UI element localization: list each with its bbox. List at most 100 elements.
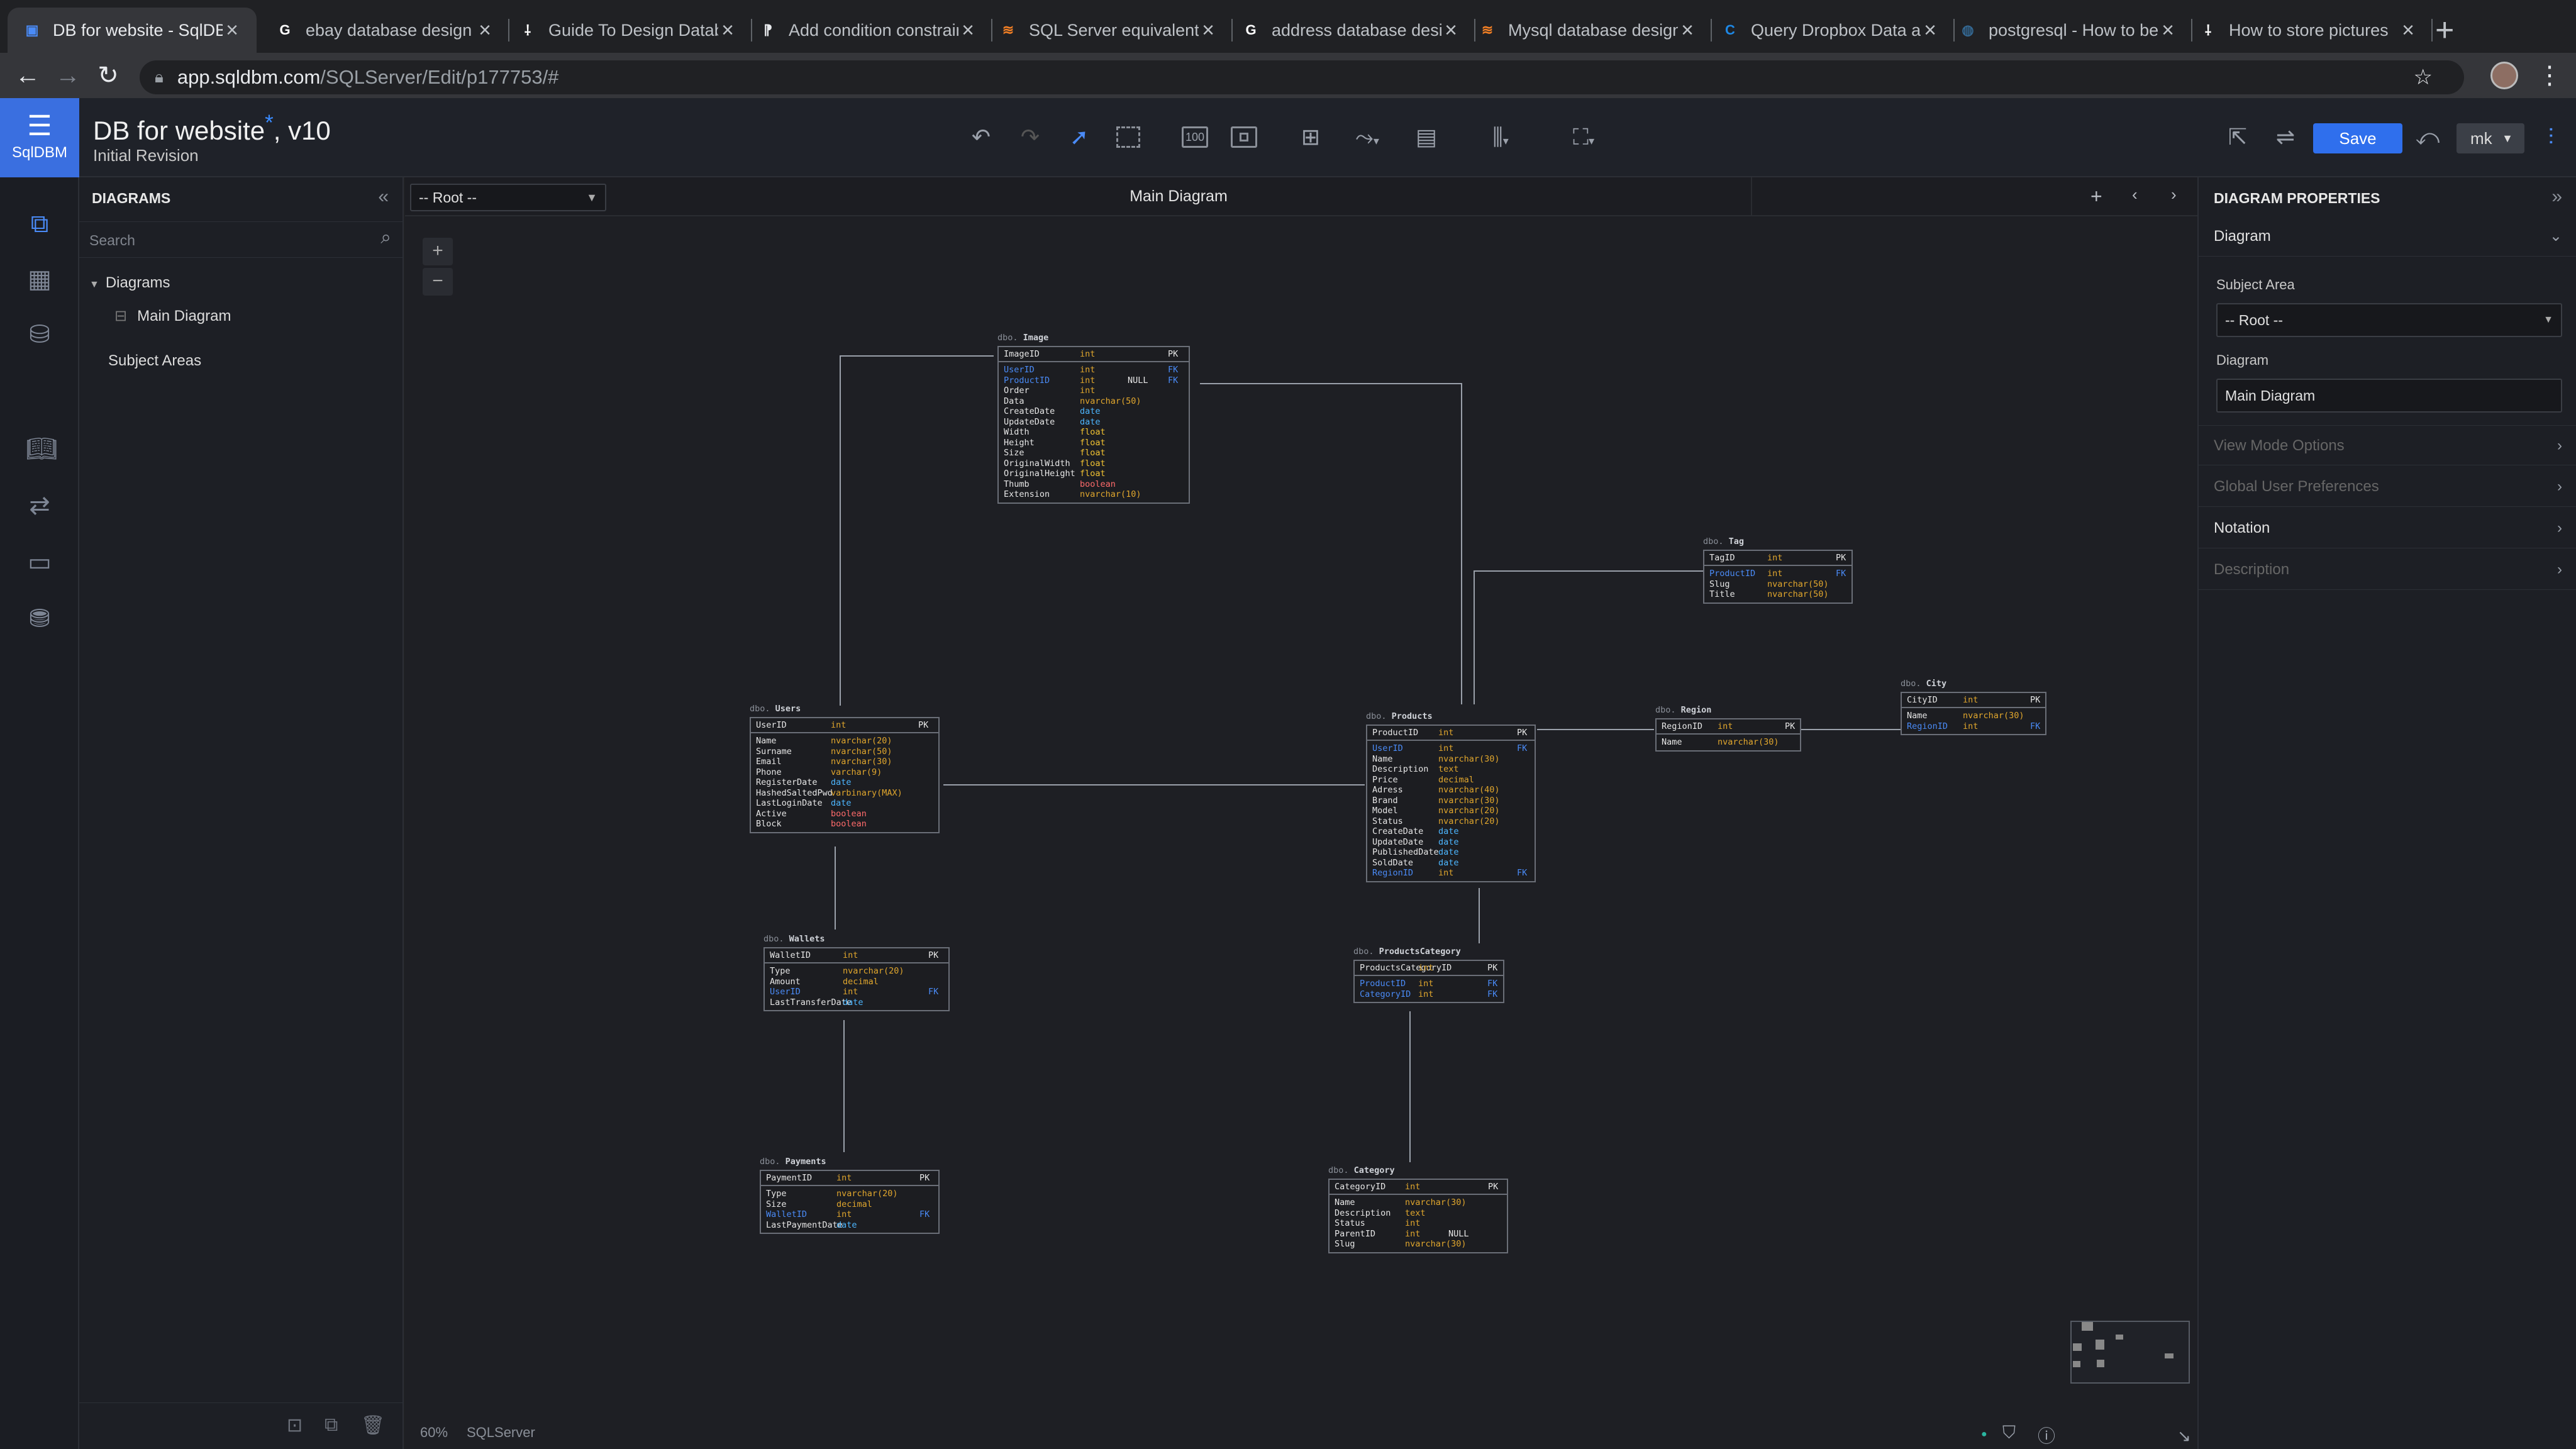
forward-icon[interactable]: → (53, 60, 83, 91)
column-row[interactable]: UpdateDate date (1367, 837, 1535, 848)
column-row[interactable]: OriginalHeight float (999, 469, 1189, 479)
browser-tab[interactable]: Gaddress database design× (1226, 8, 1475, 53)
column-row[interactable]: RegisterDate date (751, 777, 938, 788)
column-row[interactable]: Block boolean (751, 819, 938, 830)
docs-icon[interactable]: 📖︎ (26, 435, 58, 463)
primary-key-row[interactable]: RegionID int PK (1657, 719, 1800, 735)
column-row[interactable]: ProductID int FK (1704, 569, 1852, 579)
close-tab-icon[interactable]: × (1678, 18, 1697, 43)
primary-key-row[interactable]: PaymentID int PK (761, 1171, 938, 1186)
diagram-icon[interactable]: ⧉ (26, 210, 53, 238)
column-row[interactable]: Status nvarchar(20) (1367, 816, 1535, 827)
column-row[interactable]: OriginalWidth float (999, 458, 1189, 469)
close-tab-icon[interactable]: × (1441, 18, 1460, 43)
primary-key-row[interactable]: CategoryID int PK (1330, 1180, 1507, 1195)
rel-products-tag[interactable] (1474, 570, 1703, 704)
column-row[interactable]: Adress nvarchar(40) (1367, 785, 1535, 796)
column-row[interactable]: Thumb boolean (999, 479, 1189, 490)
column-row[interactable]: Type nvarchar(20) (761, 1189, 938, 1199)
profile-avatar[interactable] (2490, 62, 2518, 89)
primary-key-row[interactable]: UserID int PK (751, 718, 938, 733)
reload-icon[interactable]: ↻ (93, 60, 123, 91)
column-row[interactable]: Title nvarchar(50) (1704, 589, 1852, 600)
column-row[interactable]: Email nvarchar(30) (751, 757, 938, 767)
column-row[interactable]: Width float (999, 427, 1189, 438)
column-row[interactable]: Slug nvarchar(30) (1330, 1239, 1507, 1250)
column-row[interactable]: LastLoginDate date (751, 798, 938, 809)
browser-tab[interactable]: ▣ DB for website - SqlDBM × (8, 8, 257, 53)
resize-corner-icon[interactable]: ↘ (2177, 1426, 2191, 1446)
column-row[interactable]: SoldDate date (1367, 858, 1535, 869)
browser-tab[interactable]: ⁋ Add condition constraint × (743, 8, 992, 53)
data-sources-icon[interactable]: ⛃ (26, 605, 53, 633)
column-row[interactable]: Description text (1367, 764, 1535, 775)
relationship-tool-icon[interactable]: ⤳▾ (1342, 119, 1392, 155)
add-note-icon[interactable]: ▤ (1409, 119, 1444, 155)
compare-icon[interactable]: ⇄ (26, 492, 53, 519)
hamburger-icon[interactable]: ☰ (27, 113, 52, 140)
column-row[interactable]: ParentID int NULL (1330, 1229, 1507, 1240)
section-notation[interactable]: Notation › (2199, 508, 2576, 548)
column-row[interactable]: HashedSaltedPwd varbinary(MAX) (751, 788, 938, 799)
add-table-icon[interactable]: ⊞ (1293, 119, 1328, 155)
column-row[interactable]: WalletID int FK (761, 1209, 938, 1220)
subject-area-dropdown[interactable]: -- Root -- ▼ (2216, 303, 2562, 337)
rel-products-image[interactable] (1200, 383, 1462, 704)
column-row[interactable]: Name nvarchar(30) (1657, 737, 1800, 748)
section-view-mode[interactable]: View Mode Options › (2199, 425, 2576, 465)
tables-icon[interactable]: ▦ (26, 265, 53, 293)
section-global-prefs[interactable]: Global User Preferences › (2199, 467, 2576, 507)
user-menu-button[interactable]: mk ▼ (2457, 123, 2524, 153)
browser-tab[interactable]: ≋ Mysql database design × (1463, 8, 1712, 53)
column-row[interactable]: UserID int FK (765, 987, 948, 997)
column-row[interactable]: Size float (999, 448, 1189, 458)
close-tab-icon[interactable]: × (718, 18, 737, 43)
column-row[interactable]: ProductID int NULL FK (999, 375, 1189, 386)
tree-diagrams-folder[interactable]: ▼ Diagrams (89, 274, 170, 292)
diagram-name-input[interactable]: Main Diagram (2216, 379, 2562, 413)
column-row[interactable]: UserID int FK (999, 365, 1189, 375)
area-select-icon[interactable] (1111, 119, 1146, 155)
help-icon[interactable]: ⓘ (2038, 1423, 2055, 1448)
column-row[interactable]: UserID int FK (1367, 743, 1535, 754)
column-row[interactable]: Phone varchar(9) (751, 767, 938, 778)
zoom-100-icon[interactable]: 100 (1177, 119, 1213, 155)
save-button[interactable]: Save (2313, 123, 2402, 153)
back-icon[interactable]: ← (13, 60, 43, 91)
redo-icon[interactable]: ↷ (1013, 119, 1048, 155)
browser-tab[interactable]: ◍ postgresql - How to best × (1943, 8, 2192, 53)
column-row[interactable]: Height float (999, 438, 1189, 448)
undo-icon[interactable]: ↶ (963, 119, 999, 155)
export-icon[interactable]: ⇱ (2220, 119, 2255, 155)
primary-key-row[interactable]: ImageID int PK (999, 347, 1189, 362)
browser-tab[interactable]: Gebay database design × (260, 8, 509, 53)
column-row[interactable]: Model nvarchar(20) (1367, 806, 1535, 816)
column-row[interactable]: Name nvarchar(30) (1330, 1197, 1507, 1208)
share-icon[interactable]: ⇌ (2268, 119, 2303, 155)
column-row[interactable]: Amount decimal (765, 977, 948, 987)
column-row[interactable]: Order int (999, 386, 1189, 396)
column-row[interactable]: Brand nvarchar(30) (1367, 796, 1535, 806)
column-row[interactable]: Name nvarchar(30) (1902, 711, 2045, 721)
new-tab-button[interactable]: + (2435, 14, 2454, 47)
column-row[interactable]: Size decimal (761, 1199, 938, 1210)
column-row[interactable]: Type nvarchar(20) (765, 966, 948, 977)
column-row[interactable]: ProductID int FK (1355, 979, 1503, 989)
column-row[interactable]: Status int (1330, 1218, 1507, 1229)
column-row[interactable]: Name nvarchar(20) (751, 736, 938, 747)
column-row[interactable]: UpdateDate date (999, 417, 1189, 428)
primary-key-row[interactable]: CityID int PK (1902, 693, 2045, 708)
layout-icon[interactable]: ⛶▾ (1558, 119, 1609, 155)
column-row[interactable]: Description text (1330, 1208, 1507, 1219)
close-tab-icon[interactable]: × (1199, 18, 1218, 43)
primary-key-row[interactable]: ProductID int PK (1367, 726, 1535, 741)
column-row[interactable]: Active boolean (751, 809, 938, 819)
duplicate-diagram-icon[interactable]: ⧉ (325, 1414, 338, 1436)
column-row[interactable]: LastPaymentDate date (761, 1220, 938, 1231)
browser-tab[interactable]: ⸸ Guide To Design Database× (503, 8, 752, 53)
section-description[interactable]: Description › (2199, 550, 2576, 590)
close-tab-icon[interactable]: × (958, 18, 977, 43)
fit-screen-icon[interactable] (1226, 119, 1262, 155)
revert-icon[interactable]: ⤺ (2410, 119, 2445, 155)
address-bar[interactable]: 🔒︎ app.sqldbm.com/SQLServer/Edit/p177753… (140, 60, 2464, 94)
